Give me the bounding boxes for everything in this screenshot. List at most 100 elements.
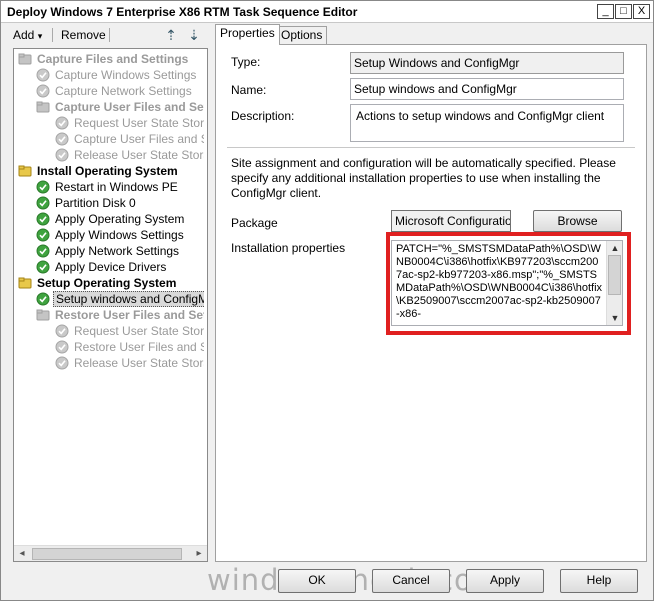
name-label: Name:: [231, 83, 267, 97]
tab-properties[interactable]: Properties: [215, 24, 280, 45]
tree-item-label: Setup Operating System: [37, 276, 177, 290]
tree-step-item[interactable]: Request User State Storage: [55, 323, 204, 339]
toolbar-separator: [52, 28, 53, 42]
tree-step-item[interactable]: Apply Network Settings: [36, 243, 204, 259]
tree-item-label: Setup windows and ConfigMgr: [53, 291, 204, 307]
toolbar: Add ▾ Remove ⇡ ⇣: [9, 25, 209, 45]
cancel-button[interactable]: Cancel: [372, 569, 450, 593]
description-label: Description:: [231, 109, 295, 123]
check-icon: [55, 356, 69, 370]
description-field[interactable]: Actions to setup windows and ConfigMgr c…: [350, 104, 624, 142]
tree-step-item[interactable]: Capture Windows Settings: [36, 67, 204, 83]
tree-step-item[interactable]: Partition Disk 0: [36, 195, 204, 211]
tree-step-item[interactable]: Restore User Files and Settings: [55, 339, 204, 355]
tree-item-label: Capture User Files and Settings: [55, 100, 204, 114]
move-up-icon[interactable]: ⇡: [162, 26, 180, 44]
tree-step-item[interactable]: Capture Network Settings: [36, 83, 204, 99]
tree-item-label: Request User State Storage: [74, 324, 204, 338]
tree-item-label: Install Operating System: [37, 164, 178, 178]
tree-item-label: Restore User Files and Settings: [74, 340, 204, 354]
check-icon: [36, 228, 50, 242]
tree-item-label: Apply Windows Settings: [55, 228, 184, 242]
folder-icon: [18, 165, 32, 177]
check-icon: [36, 244, 50, 258]
check-icon: [36, 68, 50, 82]
move-down-icon[interactable]: ⇣: [185, 26, 203, 44]
check-icon: [36, 260, 50, 274]
tree-item-label: Capture Network Settings: [55, 84, 192, 98]
tree-item-label: Apply Device Drivers: [55, 260, 167, 274]
add-menu-button[interactable]: Add ▾: [9, 26, 46, 44]
scroll-thumb[interactable]: [32, 548, 182, 560]
tree-step-item[interactable]: Apply Windows Settings: [36, 227, 204, 243]
scroll-down-arrow-icon[interactable]: ▼: [607, 311, 622, 325]
textarea-vertical-scrollbar[interactable]: ▲ ▼: [606, 241, 622, 325]
tree-item-label: Request User State Storage: [74, 116, 204, 130]
check-icon: [36, 196, 50, 210]
package-label: Package: [231, 216, 278, 230]
add-label: Add: [13, 28, 35, 42]
check-icon: [36, 84, 50, 98]
minimize-button[interactable]: _: [597, 4, 614, 19]
scroll-up-arrow-icon[interactable]: ▲: [607, 241, 622, 255]
tree-group-item[interactable]: Restore User Files and Settings: [36, 307, 204, 323]
type-field: Setup Windows and ConfigMgr: [350, 52, 624, 74]
check-icon: [55, 132, 69, 146]
help-button[interactable]: Help: [560, 569, 638, 593]
tree-item-label: Capture Files and Settings: [37, 52, 189, 66]
tree-step-item[interactable]: Release User State Storage: [55, 355, 204, 371]
tree-item-label: Restore User Files and Settings: [55, 308, 204, 322]
type-label: Type:: [231, 55, 261, 69]
tab-options[interactable]: Options: [276, 26, 328, 45]
properties-panel: Type: Setup Windows and ConfigMgr Name: …: [215, 44, 647, 562]
tree-group-item[interactable]: Capture User Files and Settings: [36, 99, 204, 115]
remove-button[interactable]: Remove: [57, 26, 110, 44]
textarea-scroll-thumb[interactable]: [608, 255, 621, 295]
installation-properties-value: PATCH="%_SMSTSMDataPath%\OSD\WNB0004C\i3…: [396, 243, 603, 320]
tree-item-label: Apply Network Settings: [55, 244, 180, 258]
ok-button[interactable]: OK: [278, 569, 356, 593]
scroll-right-arrow-icon[interactable]: ▸: [191, 546, 207, 561]
browse-button[interactable]: Browse: [533, 210, 622, 232]
tree-item-label: Release User State Storage: [74, 148, 204, 162]
section-divider: [227, 147, 635, 148]
folder-icon: [18, 277, 32, 289]
tree-step-item[interactable]: Apply Device Drivers: [36, 259, 204, 275]
task-sequence-editor-window: Deploy Windows 7 Enterprise X86 RTM Task…: [0, 0, 654, 601]
name-field[interactable]: Setup windows and ConfigMgr: [350, 78, 624, 100]
scroll-left-arrow-icon[interactable]: ◂: [14, 546, 30, 561]
tree-item-label: Release User State Storage: [74, 356, 204, 370]
folder-icon: [36, 101, 50, 113]
title-bar[interactable]: Deploy Windows 7 Enterprise X86 RTM Task…: [1, 1, 653, 23]
task-sequence-tree[interactable]: Capture Files and Settings Capture Window…: [13, 48, 208, 562]
tree-step-item[interactable]: Restart in Windows PE: [36, 179, 204, 195]
check-icon: [36, 180, 50, 194]
close-button[interactable]: X: [633, 4, 650, 19]
tree-step-item[interactable]: Release User State Storage: [55, 147, 204, 163]
dropdown-arrow-icon: ▾: [37, 31, 43, 41]
tree-item-label: Restart in Windows PE: [55, 180, 178, 194]
check-icon: [55, 340, 69, 354]
maximize-button[interactable]: □: [615, 4, 632, 19]
tree-item-label: Capture User Files and Settings: [74, 132, 204, 146]
check-icon: [55, 148, 69, 162]
tree-step-item[interactable]: Capture User Files and Settings: [55, 131, 204, 147]
installation-properties-label: Installation properties: [231, 241, 346, 255]
tree-group-item[interactable]: Install Operating System: [18, 163, 204, 179]
tree-item-label: Capture Windows Settings: [55, 68, 197, 82]
tree-step-item[interactable]: Apply Operating System: [36, 211, 204, 227]
installation-properties-textarea[interactable]: PATCH="%_SMSTSMDataPath%\OSD\WNB0004C\i3…: [391, 240, 623, 326]
tree-group-item[interactable]: Setup Operating System: [18, 275, 204, 291]
tree-item-label: Partition Disk 0: [55, 196, 136, 210]
tree-item-label: Apply Operating System: [55, 212, 185, 226]
tree-horizontal-scrollbar[interactable]: ◂ ▸: [14, 545, 207, 561]
folder-icon: [36, 309, 50, 321]
apply-button[interactable]: Apply: [466, 569, 544, 593]
configmgr-note: Site assignment and configuration will b…: [231, 156, 616, 200]
package-field: Microsoft Configuration: [391, 210, 511, 232]
folder-icon: [18, 53, 32, 65]
tree-step-item[interactable]: Request User State Storage: [55, 115, 204, 131]
window-title: Deploy Windows 7 Enterprise X86 RTM Task…: [7, 5, 358, 19]
tree-step-item[interactable]: Setup windows and ConfigMgr: [36, 291, 204, 307]
tree-group-item[interactable]: Capture Files and Settings: [18, 51, 204, 67]
